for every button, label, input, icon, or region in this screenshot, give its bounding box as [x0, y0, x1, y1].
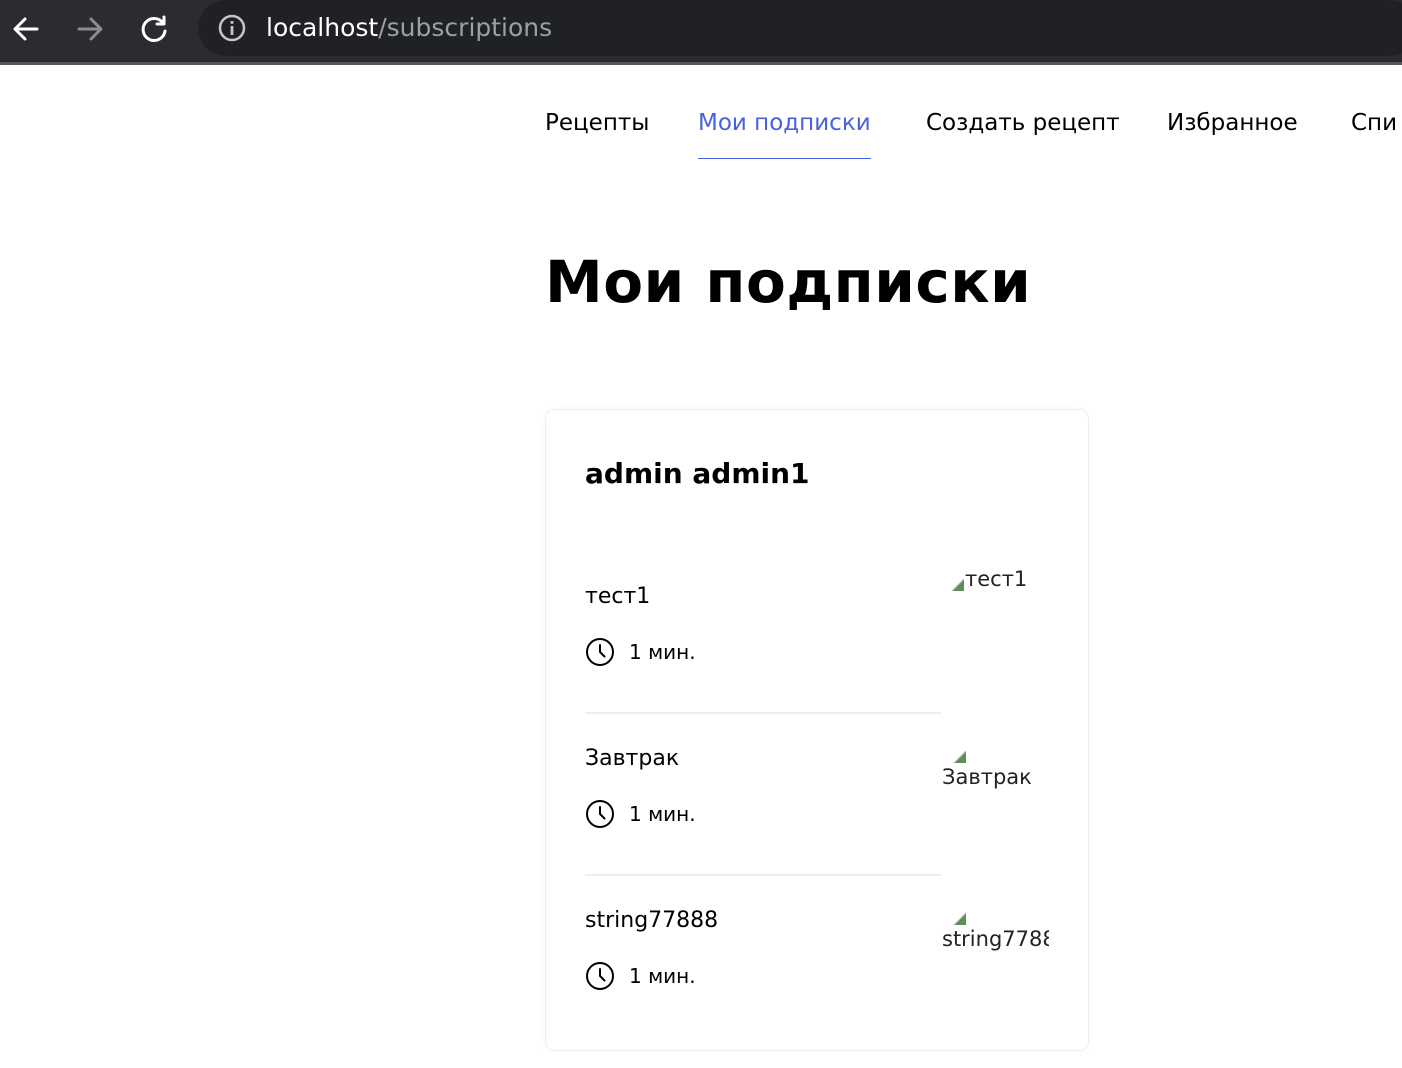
recipe-image[interactable]: string77888 [942, 900, 1049, 1008]
recipe-time: 1 мин. [585, 960, 696, 992]
recipe-item[interactable]: Завтрак 1 мин. Завтрак [585, 744, 1049, 906]
recipe-image-alt: Завтрак [942, 765, 1032, 789]
recipe-image[interactable]: тест1 [951, 566, 1059, 674]
author-name[interactable]: admin admin1 [585, 456, 810, 492]
nav-link-shopping-list[interactable]: Спи [1351, 106, 1397, 158]
page-title: Мои подписки [545, 248, 1032, 316]
clock-icon [586, 638, 614, 666]
reload-icon [141, 15, 167, 42]
reload-button[interactable] [136, 11, 172, 47]
recipe-time: 1 мин. [585, 636, 696, 668]
recipe-divider [585, 712, 941, 714]
nav-link-subscriptions[interactable]: Мои подписки [698, 106, 871, 159]
clock-icon [586, 800, 614, 828]
nav-link-recipes[interactable]: Рецепты [545, 106, 649, 158]
cooking-time: 1 мин. [629, 964, 696, 988]
info-icon[interactable] [218, 14, 246, 42]
url-host: localhost [266, 13, 379, 42]
recipe-image[interactable]: Завтрак [942, 738, 1050, 846]
back-button[interactable] [8, 11, 44, 47]
recipe-image-alt: тест1 [965, 567, 1028, 591]
broken-image-icon [953, 750, 967, 764]
recipe-title[interactable]: Завтрак [585, 744, 679, 774]
recipe-time: 1 мин. [585, 798, 696, 830]
subscription-card: admin admin1 тест1 1 мин. тест1 Завтрак … [545, 409, 1089, 1051]
recipe-image-alt: string77888 [942, 927, 1049, 951]
broken-image-icon [951, 578, 965, 592]
recipe-title[interactable]: тест1 [585, 582, 650, 612]
nav-link-favorites[interactable]: Избранное [1167, 106, 1298, 158]
url-path: /subscriptions [378, 13, 553, 42]
arrow-right-icon [77, 17, 103, 41]
nav-link-create-recipe[interactable]: Создать рецепт [926, 106, 1120, 158]
clock-icon [586, 962, 614, 990]
browser-toolbar: localhost/subscriptions [0, 0, 1402, 65]
forward-button[interactable] [72, 11, 108, 47]
cooking-time: 1 мин. [629, 802, 696, 826]
broken-image-icon [953, 912, 967, 926]
arrow-left-icon [13, 17, 39, 41]
recipe-divider [585, 874, 941, 876]
recipe-title[interactable]: string77888 [585, 906, 718, 936]
url-text[interactable]: localhost/subscriptions [266, 12, 552, 44]
recipe-item[interactable]: тест1 1 мин. тест1 [585, 567, 1049, 744]
address-bar[interactable]: localhost/subscriptions [198, 0, 1402, 56]
cooking-time: 1 мин. [629, 640, 696, 664]
recipe-item[interactable]: string77888 1 мин. string77888 [585, 906, 1049, 1068]
